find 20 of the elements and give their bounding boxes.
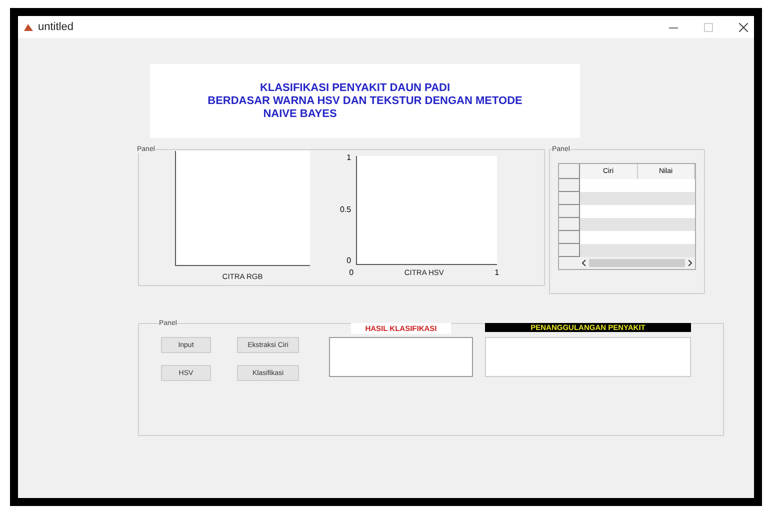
tick-label: 0	[349, 268, 354, 277]
row-header[interactable]	[559, 179, 580, 192]
tick-label: 0	[346, 256, 352, 265]
close-icon[interactable]	[739, 22, 748, 32]
tick-label: 1	[346, 153, 352, 162]
tick-label: 0.5	[340, 204, 352, 214]
window-title: untitled	[38, 21, 74, 33]
row-header[interactable]	[559, 192, 580, 205]
tick-label: 1	[494, 268, 500, 277]
row-header[interactable]	[559, 218, 580, 231]
treatment-field[interactable]	[485, 337, 691, 377]
app-icon	[24, 22, 33, 32]
heading-line: NAIVE BAYES	[263, 108, 337, 120]
maximize-icon[interactable]	[704, 22, 713, 32]
heading-line: KLASIFIKASI PENYAKIT DAUN PADI	[260, 82, 450, 94]
row-header[interactable]	[559, 205, 580, 218]
horizontal-scrollbar[interactable]	[579, 257, 695, 269]
row-header[interactable]	[559, 231, 580, 244]
heading-line: BERDASAR WARNA HSV DAN TEKSTUR DENGAN METODE	[208, 94, 522, 108]
result-field[interactable]	[329, 337, 473, 377]
